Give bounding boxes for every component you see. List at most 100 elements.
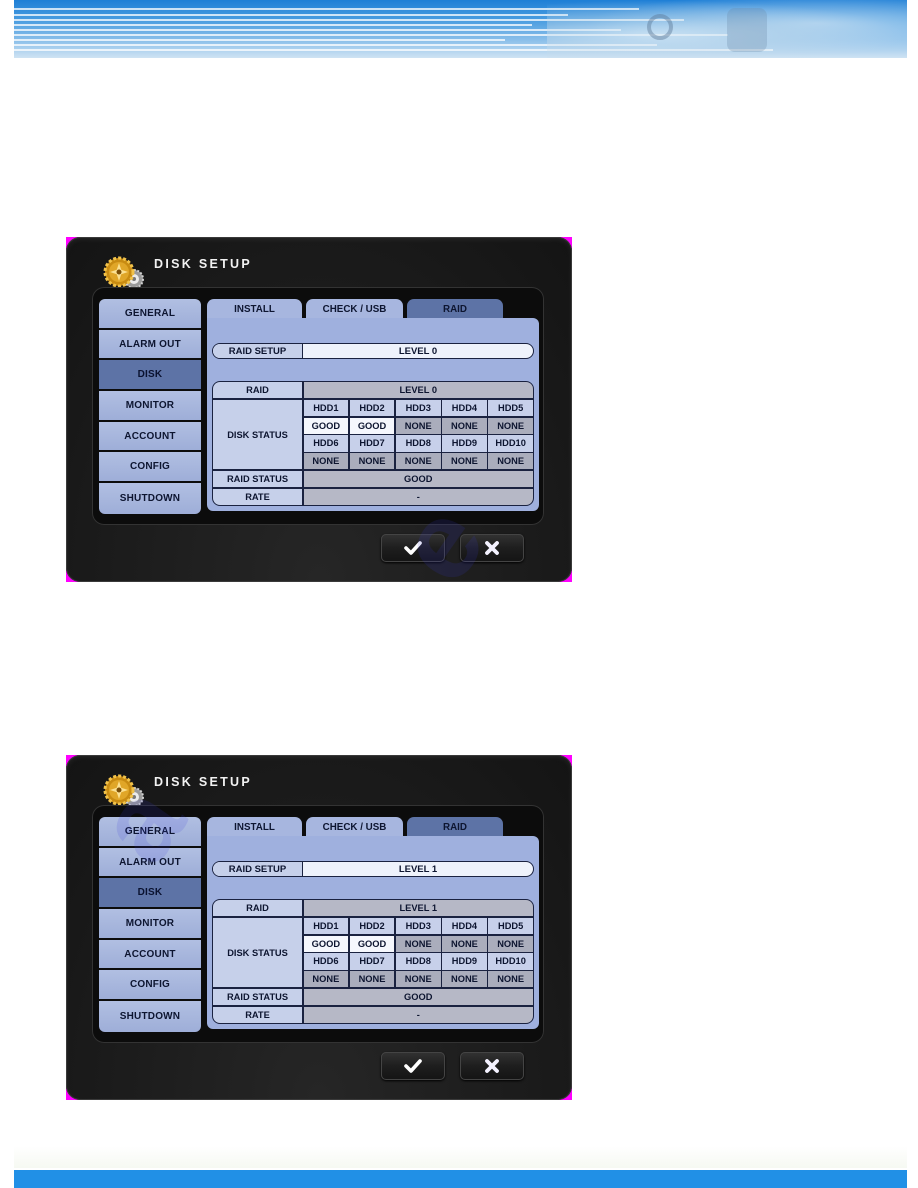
cancel-button[interactable] (460, 1052, 524, 1080)
hdd-status: NONE (395, 935, 441, 952)
hdd-name: HDD6 (303, 953, 349, 970)
checkmark-icon (404, 1059, 422, 1073)
disk-setup-dialog: DISK SETUP GENERAL ALARM OUT DISK MONITOR AC… (66, 237, 572, 582)
hdd-name: HDD2 (349, 917, 395, 935)
sidebar-item-account[interactable]: ACCOUNT (99, 939, 201, 971)
footer-bar (14, 1170, 907, 1188)
hdd-status: NONE (303, 453, 349, 470)
hdd-name: HDD4 (442, 399, 487, 417)
checkmark-icon (404, 541, 422, 555)
sidebar-item-disk[interactable]: DISK (99, 360, 201, 392)
sidebar-item-disk[interactable]: DISK (99, 878, 201, 910)
sidebar-item-shutdown[interactable]: SHUTDOWN (99, 483, 201, 514)
disk-setup-dialog: DISK SETUP GENERAL ALARM OUT DISK MONITOR AC… (66, 755, 572, 1100)
sidebar-item-alarm-out[interactable]: ALARM OUT (99, 847, 201, 879)
raid-status-label: RAID STATUS (213, 470, 302, 488)
raid-setup-value[interactable]: LEVEL 0 (303, 344, 533, 358)
tab-raid[interactable]: RAID (407, 817, 503, 837)
hdd-name: HDD7 (349, 953, 395, 970)
cancel-button[interactable] (460, 534, 524, 562)
content-frame: GENERAL ALARM OUT DISK MONITOR ACCOUNT CONFIG… (92, 805, 544, 1043)
raid-label: RAID (213, 382, 302, 399)
hdd-status: NONE (442, 453, 487, 470)
raid-setup-select[interactable]: RAID SETUP LEVEL 0 (212, 343, 534, 359)
sidebar-item-monitor[interactable]: MONITOR (99, 909, 201, 940)
hdd-name: HDD6 (303, 435, 349, 452)
hdd-name: HDD7 (349, 435, 395, 452)
hdd-name: HDD9 (442, 953, 487, 970)
hdd-name: HDD5 (488, 917, 533, 935)
banner-artwork (547, 0, 907, 58)
tab-check-usb[interactable]: CHECK / USB (306, 817, 403, 837)
hdd-status: NONE (488, 935, 533, 952)
disk-status-label: DISK STATUS (213, 917, 302, 988)
tab-install[interactable]: INSTALL (207, 299, 302, 319)
raid-status-table: RAID LEVEL 0 DISK STATUS HDD1 HDD2 HDD3 HDD4 HD… (212, 381, 534, 506)
raid-status-table: RAID LEVEL 1 DISK STATUS HDD1 HDD2 HDD3 HDD4 HD… (212, 899, 534, 1024)
header-banner (14, 0, 907, 58)
raid-label: RAID (213, 900, 302, 917)
confirm-button[interactable] (381, 1052, 445, 1080)
hdd-status: GOOD (303, 417, 349, 434)
tab-install[interactable]: INSTALL (207, 817, 302, 837)
raid-value: LEVEL 0 (303, 382, 533, 399)
side-menu: GENERAL ALARM OUT DISK MONITOR ACCOUNT CONFIG… (99, 299, 201, 514)
hdd-status: NONE (488, 417, 533, 434)
hdd-status: NONE (488, 453, 533, 470)
hdd-name: HDD10 (488, 435, 533, 452)
hdd-status: GOOD (303, 935, 349, 952)
hdd-name: HDD1 (303, 917, 349, 935)
raid-setup-label: RAID SETUP (213, 344, 303, 358)
hdd-name: HDD2 (349, 399, 395, 417)
tab-check-usb[interactable]: CHECK / USB (306, 299, 403, 319)
hdd-status: GOOD (349, 935, 395, 952)
raid-panel: RAID SETUP LEVEL 0 RAID LEVEL 0 DISK STATU… (207, 318, 539, 511)
close-icon (485, 541, 499, 555)
hdd-status: NONE (349, 971, 395, 988)
tab-raid[interactable]: RAID (407, 299, 503, 319)
dialog-title: DISK SETUP (154, 775, 253, 789)
confirm-button[interactable] (381, 534, 445, 562)
rate-value: - (303, 488, 533, 505)
rate-label: RATE (213, 1006, 302, 1023)
content-frame: GENERAL ALARM OUT DISK MONITOR ACCOUNT CONFIG… (92, 287, 544, 525)
raid-value: LEVEL 1 (303, 900, 533, 917)
sidebar-item-monitor[interactable]: MONITOR (99, 391, 201, 422)
hdd-name: HDD8 (395, 953, 441, 970)
footer-glow (14, 1146, 907, 1168)
hdd-status: GOOD (349, 417, 395, 434)
hdd-status: NONE (395, 417, 441, 434)
hdd-status: NONE (395, 453, 441, 470)
raid-setup-value[interactable]: LEVEL 1 (303, 862, 533, 876)
hdd-status: NONE (395, 971, 441, 988)
dialog-title: DISK SETUP (154, 257, 253, 271)
disk-status-label: DISK STATUS (213, 399, 302, 470)
hdd-name: HDD3 (395, 399, 441, 417)
close-icon (485, 1059, 499, 1073)
hdd-name: HDD5 (488, 399, 533, 417)
hdd-name: HDD8 (395, 435, 441, 452)
raid-status-label: RAID STATUS (213, 988, 302, 1006)
hdd-name: HDD1 (303, 399, 349, 417)
hdd-name: HDD9 (442, 435, 487, 452)
sidebar-item-shutdown[interactable]: SHUTDOWN (99, 1001, 201, 1032)
sidebar-item-general[interactable]: GENERAL (99, 299, 201, 330)
raid-setup-select[interactable]: RAID SETUP LEVEL 1 (212, 861, 534, 877)
hdd-name: HDD4 (442, 917, 487, 935)
raid-status-value: GOOD (303, 988, 533, 1006)
sidebar-item-config[interactable]: CONFIG (99, 452, 201, 484)
sidebar-item-general[interactable]: GENERAL (99, 817, 201, 848)
sidebar-item-account[interactable]: ACCOUNT (99, 421, 201, 453)
hdd-status: NONE (488, 971, 533, 988)
hdd-status: NONE (303, 971, 349, 988)
sidebar-item-alarm-out[interactable]: ALARM OUT (99, 329, 201, 361)
raid-panel: RAID SETUP LEVEL 1 RAID LEVEL 1 DISK STATU… (207, 836, 539, 1029)
rate-value: - (303, 1006, 533, 1023)
sidebar-item-config[interactable]: CONFIG (99, 970, 201, 1002)
hdd-name: HDD10 (488, 953, 533, 970)
rate-label: RATE (213, 488, 302, 505)
hdd-status: NONE (442, 971, 487, 988)
hdd-name: HDD3 (395, 917, 441, 935)
hdd-status: NONE (442, 417, 487, 434)
raid-setup-label: RAID SETUP (213, 862, 303, 876)
